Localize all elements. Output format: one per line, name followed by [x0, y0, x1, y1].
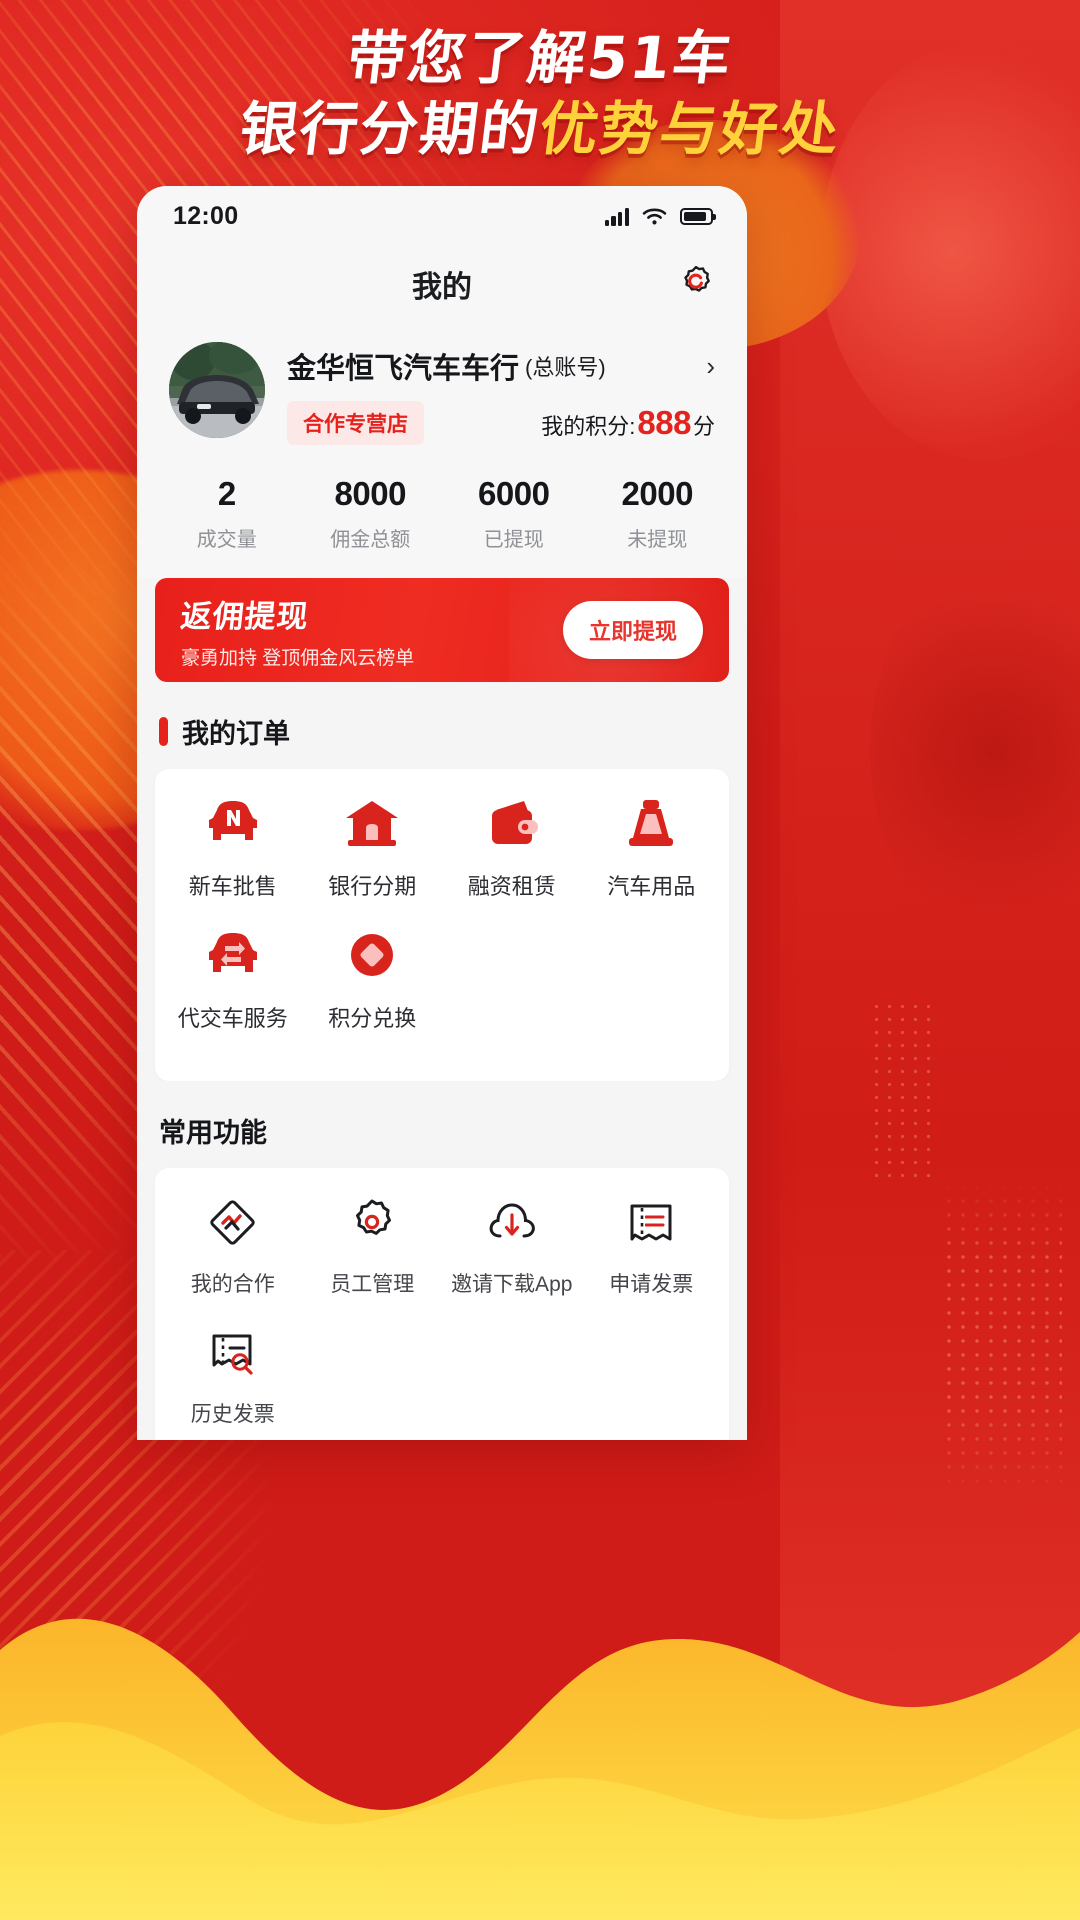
wifi-icon: [642, 208, 667, 224]
stat-value: 8000: [334, 475, 407, 512]
functions-section-header: 常用功能: [137, 1081, 747, 1168]
orders-grid: 新车批售 银行分期 融资租赁 汽车用品 代交车服务 积分兑换: [163, 795, 721, 1059]
battery-icon: [680, 207, 716, 225]
orders-item-label: 银行分期: [328, 874, 417, 899]
status-badge: 合作专营店: [287, 401, 424, 445]
functions-item-my-cooperation[interactable]: 我的合作: [163, 1194, 303, 1298]
orders-item-label: 汽车用品: [607, 874, 696, 899]
profile-name-row: 金华恒飞汽车车行 (总账号) ›: [287, 345, 715, 387]
stat-label: 已提现: [483, 529, 544, 551]
functions-grid: 我的合作 员工管理 邀请下载App 申请发票 历史发票: [163, 1194, 721, 1428]
promo-title: 返佣提现: [178, 598, 311, 634]
invoice-icon: [625, 1194, 677, 1252]
stat-item[interactable]: 2 成交量: [155, 475, 299, 552]
points-display: 我的积分: 888 分: [541, 404, 715, 442]
gear-staff-icon: [346, 1194, 398, 1252]
orders-item-label: 融资租赁: [467, 874, 556, 899]
avatar[interactable]: [169, 342, 265, 438]
bank-icon: [344, 795, 400, 853]
shop-name: 金华恒飞汽车车行: [287, 353, 520, 385]
background-yellow-wave: [0, 1618, 1080, 1920]
stat-value: 2000: [621, 475, 694, 512]
points-value: 888: [637, 404, 691, 441]
orders-item-label: 代交车服务: [177, 1006, 288, 1031]
profile-row[interactable]: 金华恒飞汽车车行 (总账号) › 合作专营店 我的积分: 888 分: [137, 322, 747, 451]
headline-line-1: 带您了解51车: [343, 24, 737, 92]
account-type: (总账号): [525, 355, 606, 380]
profile-info: 金华恒飞汽车车行 (总账号) › 合作专营店 我的积分: 888 分: [287, 342, 715, 445]
functions-item-invoice-history[interactable]: 历史发票: [163, 1324, 303, 1428]
points-diamond-icon: [344, 927, 400, 985]
gear-icon[interactable]: [679, 265, 713, 304]
car-icon: [205, 795, 261, 853]
promo-text: 返佣提现 豪勇加持 登顶佣金风云榜单: [178, 591, 563, 670]
stats-row: 2 成交量 8000 佣金总额 6000 已提现 2000 未提现: [137, 451, 747, 578]
promo-banner[interactable]: 返佣提现 豪勇加持 登顶佣金风云榜单 立即提现: [155, 578, 729, 682]
orders-item-bank-installment[interactable]: 银行分期: [303, 795, 443, 901]
orders-item-delivery-service[interactable]: 代交车服务: [163, 927, 303, 1033]
functions-section-title: 常用功能: [159, 1118, 267, 1148]
cloud-download-icon: [486, 1194, 538, 1252]
promo-banner-wrap: 返佣提现 豪勇加持 登顶佣金风云榜单 立即提现: [137, 578, 747, 682]
page-title: 我的: [412, 271, 472, 304]
invoice-search-icon: [207, 1324, 259, 1382]
status-bar: 12:00: [137, 186, 747, 246]
functions-item-label: 员工管理: [330, 1273, 415, 1296]
background-dots-right-upper: [870, 1000, 930, 1180]
headline-line-2-accent: 优势与好处: [535, 94, 845, 163]
orders-section-title: 我的订单: [182, 719, 290, 749]
points-unit: 分: [692, 414, 715, 439]
background-dots-right: [942, 1180, 1062, 1500]
chevron-right-icon[interactable]: ›: [706, 353, 715, 379]
withdraw-now-button[interactable]: 立即提现: [562, 601, 703, 659]
phone-mockup: 12:00 我的 金华恒飞汽车车行 (总账号) › 合作专营店 我的积分: 88…: [137, 186, 747, 1440]
wallet-icon: [484, 795, 540, 853]
profile-badge-row: 合作专营店 我的积分: 888 分: [287, 401, 715, 445]
status-time: 12:00: [173, 201, 239, 230]
stat-item[interactable]: 2000 未提现: [586, 475, 730, 552]
orders-card: 新车批售 银行分期 融资租赁 汽车用品 代交车服务 积分兑换: [155, 769, 729, 1081]
orders-item-new-car-wholesale[interactable]: 新车批售: [163, 795, 303, 901]
orders-item-car-products[interactable]: 汽车用品: [582, 795, 722, 901]
car-product-icon: [623, 795, 679, 853]
orders-section-header: 我的订单: [137, 682, 747, 769]
functions-item-apply-invoice[interactable]: 申请发票: [582, 1194, 722, 1298]
stat-value: 2: [217, 475, 236, 512]
status-icons: [604, 207, 716, 226]
stat-label: 佣金总额: [330, 529, 411, 551]
functions-item-label: 我的合作: [190, 1273, 275, 1296]
functions-item-label: 申请发票: [609, 1273, 694, 1296]
orders-item-label: 新车批售: [188, 874, 277, 899]
stat-label: 未提现: [627, 529, 688, 551]
poster-headline: 带您了解51车 银行分期的优势与好处: [0, 24, 1080, 163]
orders-item-points-exchange[interactable]: 积分兑换: [303, 927, 443, 1059]
stat-item[interactable]: 8000 佣金总额: [299, 475, 443, 552]
functions-card: 我的合作 员工管理 邀请下载App 申请发票 历史发票: [155, 1168, 729, 1440]
points-label: 我的积分:: [541, 414, 636, 439]
headline-line-2-plain: 银行分期的: [235, 94, 545, 163]
functions-item-label: 历史发票: [190, 1403, 275, 1426]
functions-item-label: 邀请下载App: [451, 1273, 573, 1296]
functions-item-staff-management[interactable]: 员工管理: [303, 1194, 443, 1298]
car-exchange-icon: [205, 927, 261, 985]
stat-item[interactable]: 6000 已提现: [442, 475, 586, 552]
handshake-diamond-icon: [207, 1194, 259, 1252]
nav-bar: 我的: [137, 246, 747, 322]
promo-subtitle: 豪勇加持 登顶佣金风云榜单: [181, 647, 415, 669]
headline-line-2: 银行分期的优势与好处: [0, 94, 1080, 163]
orders-item-label: 积分兑换: [328, 1006, 417, 1031]
stat-value: 6000: [478, 475, 550, 512]
functions-item-invite-download-app[interactable]: 邀请下载App: [442, 1194, 582, 1298]
orders-item-financial-leasing[interactable]: 融资租赁: [442, 795, 582, 901]
signal-bars-icon: [604, 207, 629, 226]
stat-label: 成交量: [196, 529, 257, 551]
section-accent-bar: [159, 717, 168, 746]
